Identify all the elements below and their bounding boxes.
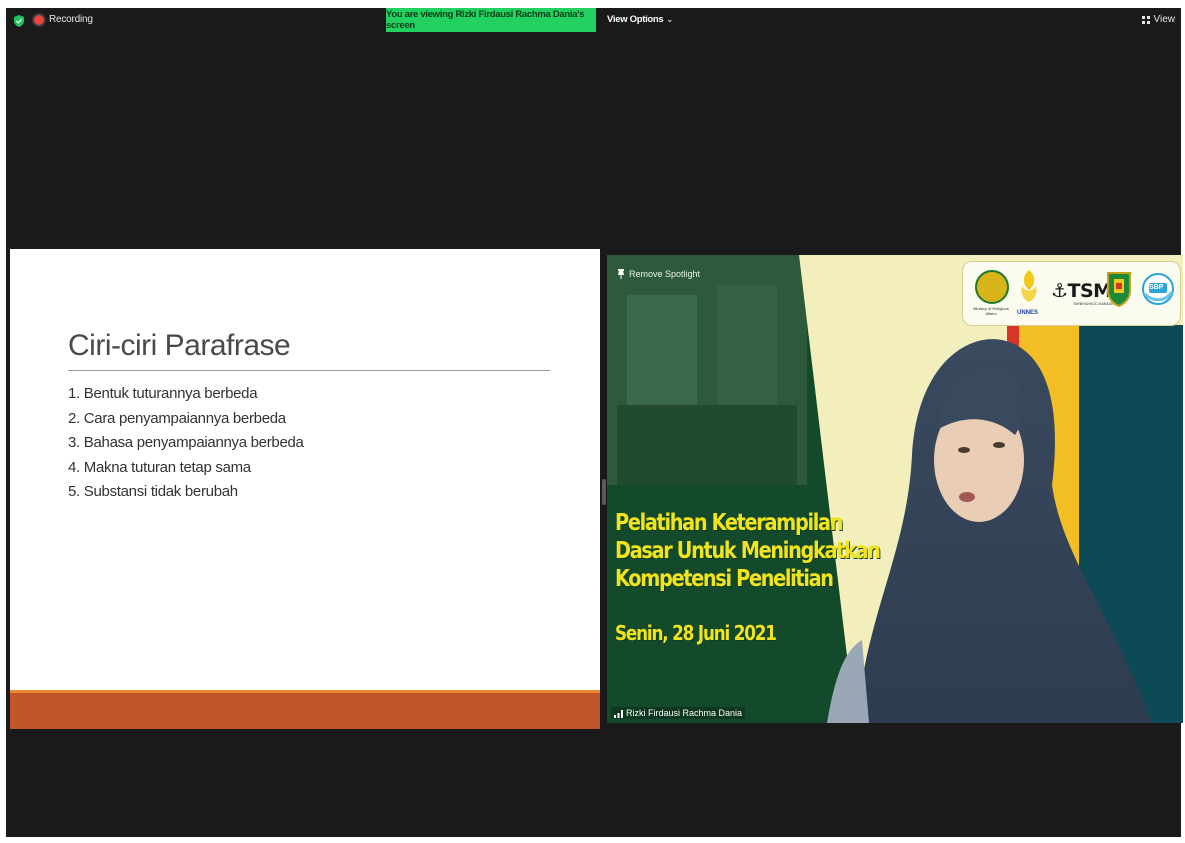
meeting-top-bar: Recording You are viewing Rizki Firdausi… [6, 8, 1181, 34]
spotlight-video-tile[interactable]: Remove Spotlight Ministry of Religious A… [607, 255, 1183, 723]
view-options-button[interactable]: View Options ⌄ [607, 14, 673, 25]
slide-list-item: 1. Bentuk tuturannya berbeda [68, 385, 258, 402]
slide-footer-bar [10, 693, 600, 729]
unnes-logo [1021, 270, 1037, 302]
logo5-caption: SBP [1149, 284, 1164, 291]
logo1-caption: Ministry of Religious Affairs [973, 306, 1009, 316]
shield-icon[interactable] [14, 15, 24, 27]
view-options-label: View Options [607, 14, 664, 25]
headline-line: Pelatihan Keterampilan [615, 510, 843, 536]
split-view-resize-handle[interactable] [602, 479, 606, 505]
headline-line: Kompetensi Penelitian [615, 566, 834, 592]
viewing-screen-banner: You are viewing Rizki Firdausi Rachma Da… [386, 8, 596, 32]
shared-screen-slide: Ciri-ciri Parafrase 1. Bentuk tuturannya… [10, 249, 600, 729]
slide-list-item: 5. Substansi tidak berubah [68, 483, 238, 500]
ministry-emblem-logo [975, 270, 1009, 304]
recording-icon [34, 15, 44, 25]
view-button[interactable]: View [1141, 14, 1176, 25]
slide-title-divider [68, 370, 550, 371]
pin-icon [618, 269, 624, 279]
remove-spotlight-label: Remove Spotlight [629, 269, 701, 279]
event-date: Senin, 28 Juni 2021 [615, 621, 777, 645]
logo2-caption: UNNES [1017, 310, 1039, 316]
zoom-meeting-window: Recording You are viewing Rizki Firdausi… [6, 8, 1183, 837]
participant-name-tag: Rizki Firdausi Rachma Dania [611, 707, 746, 719]
training-title-headline: Pelatihan Keterampilan Dasar Untuk Menin… [615, 509, 881, 593]
slide-list-item: 4. Makna tuturan tetap sama [68, 458, 251, 476]
remove-spotlight-button[interactable]: Remove Spotlight [617, 269, 700, 279]
signal-icon [614, 710, 623, 718]
headline-line: Dasar Untuk Meningkatkan [615, 538, 881, 564]
slide-list-item: 3. Bahasa penyampaiannya berbeda [68, 434, 304, 451]
slide-list-item: 2. Cara penyampaiannya berbeda [68, 409, 286, 427]
tsm-logo: ⚓TSM [1051, 280, 1112, 302]
recording-label[interactable]: Recording [49, 14, 93, 25]
grid-icon [1141, 15, 1150, 24]
slide-title: Ciri-ciri Parafrase [68, 329, 291, 362]
regional-crest-logo [1107, 272, 1131, 307]
sponsor-logos-banner: Ministry of Religious Affairs UNNES ⚓TSM… [962, 261, 1181, 326]
view-button-label: View [1153, 14, 1176, 25]
participant-name: Rizki Firdausi Rachma Dania [626, 708, 743, 718]
slide-bullet-list: 1. Bentuk tuturannya berbeda 2. Cara pen… [68, 382, 304, 505]
chevron-down-icon: ⌄ [666, 15, 673, 24]
